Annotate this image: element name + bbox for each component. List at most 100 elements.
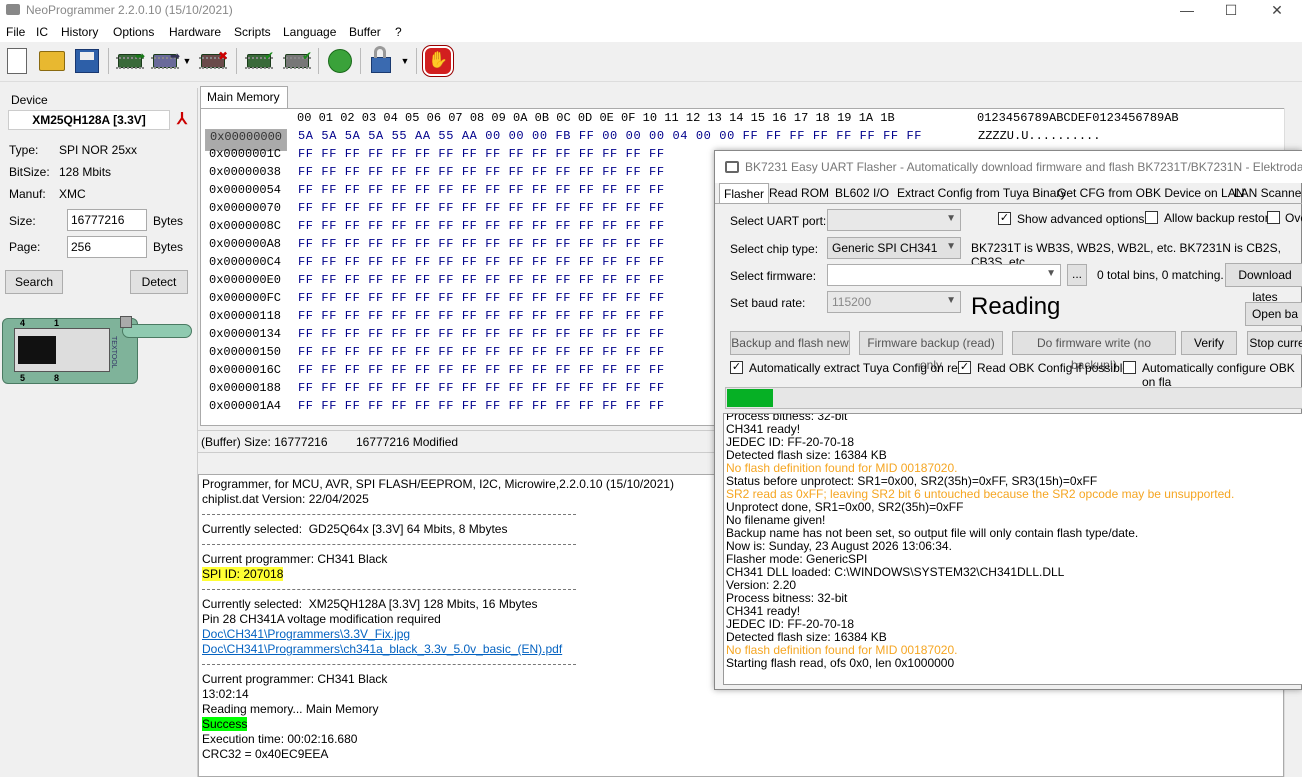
reading-status: Reading xyxy=(971,293,1061,320)
menu-language[interactable]: Language xyxy=(283,25,336,39)
close-button[interactable]: ✕ xyxy=(1254,0,1300,22)
chip-type-select[interactable]: Generic SPI CH341 ▼ xyxy=(827,237,961,259)
menu-history[interactable]: History xyxy=(61,25,98,39)
show-advanced-checkbox[interactable]: ✓ xyxy=(998,212,1011,225)
minimize-button[interactable]: — xyxy=(1164,0,1210,22)
log-line: chiplist.dat Version: 22/04/2025 xyxy=(202,492,369,506)
flasher-app-icon xyxy=(725,161,739,173)
tab-extract-config[interactable]: Extract Config from Tuya Binary xyxy=(893,183,1070,203)
hex-bytes[interactable]: FF FF FF FF FF FF FF FF FF FF FF FF FF F… xyxy=(298,273,665,287)
new-file-icon[interactable] xyxy=(2,46,32,76)
uart-label: Select UART port: xyxy=(730,214,827,228)
extract-tuya-checkbox[interactable]: ✓ xyxy=(730,361,743,374)
hex-bytes[interactable]: FF FF FF FF FF FF FF FF FF FF FF FF FF F… xyxy=(298,165,665,179)
blank-check-icon[interactable]: ✔ xyxy=(282,46,312,76)
menu-ic[interactable]: IC xyxy=(36,25,48,39)
app-icon xyxy=(6,4,20,15)
auto-configure-checkbox[interactable] xyxy=(1123,361,1136,374)
maximize-button[interactable]: ☐ xyxy=(1208,0,1254,22)
stop-current-button[interactable]: Stop curre xyxy=(1247,331,1302,355)
menu-options[interactable]: Options xyxy=(113,25,154,39)
hex-ascii-header: 0123456789ABCDEF0123456789AB xyxy=(977,111,1179,125)
hex-bytes[interactable]: FF FF FF FF FF FF FF FF FF FF FF FF FF F… xyxy=(298,327,665,341)
flasher-log-line: No flash definition found for MID 001870… xyxy=(726,461,958,475)
allow-backup-checkbox[interactable] xyxy=(1145,211,1158,224)
firmware-backup-button[interactable]: Firmware backup (read) only xyxy=(859,331,1003,372)
verify-chip-icon[interactable]: ✔ xyxy=(244,46,274,76)
doc-link[interactable]: Doc\CH341\Programmers\ch341a_black_3.3v_… xyxy=(202,642,562,656)
hex-bytes[interactable]: 5A 5A 5A 5A 55 AA 55 AA 00 00 00 FB FF 0… xyxy=(298,129,922,143)
modified-count: 16777216 Modified xyxy=(356,435,459,449)
hex-bytes[interactable]: FF FF FF FF FF FF FF FF FF FF FF FF FF F… xyxy=(298,291,665,305)
hex-address: 0x000000C4 xyxy=(209,255,282,269)
log-line: Current programmer: CH341 Black xyxy=(202,552,388,566)
flasher-log[interactable]: Process bitness: 32-bit CH341 ready! JEDEC… xyxy=(723,413,1302,685)
menu-help[interactable]: ? xyxy=(395,25,402,39)
page-unit: Bytes xyxy=(153,240,184,254)
hex-address: 0x000000FC xyxy=(209,291,282,305)
browse-button[interactable]: ... xyxy=(1067,264,1087,286)
hex-bytes[interactable]: FF FF FF FF FF FF FF FF FF FF FF FF FF F… xyxy=(298,345,665,359)
log-line: Currently selected: GD25Q64x [3.3V] 64 M… xyxy=(202,522,508,536)
firmware-write-button[interactable]: Do firmware write (no backup!) xyxy=(1012,331,1176,372)
firmware-select[interactable]: ▼ xyxy=(827,264,1061,286)
flasher-log-line: Process bitness: 32-bit xyxy=(726,591,848,605)
hex-address: 0x00000188 xyxy=(209,381,282,395)
detect-button[interactable]: Detect xyxy=(130,270,188,294)
chevron-down-icon[interactable]: ▼ xyxy=(398,46,412,76)
hex-bytes[interactable]: FF FF FF FF FF FF FF FF FF FF FF FF FF F… xyxy=(298,147,665,161)
menu-buffer[interactable]: Buffer xyxy=(349,25,381,39)
overwrite-checkbox[interactable] xyxy=(1267,211,1280,224)
hex-row[interactable]: 0x00000000 5A 5A 5A 5A 55 AA 55 AA 00 00 … xyxy=(201,129,1299,151)
tab-main-memory[interactable]: Main Memory xyxy=(200,86,288,108)
hex-bytes[interactable]: FF FF FF FF FF FF FF FF FF FF FF FF FF F… xyxy=(298,381,665,395)
flasher-log-line: Detected flash size: 16384 KB xyxy=(726,630,887,644)
unlock-icon[interactable] xyxy=(366,46,396,76)
size-field[interactable]: 16777216 xyxy=(67,209,147,231)
tab-read-rom[interactable]: Read ROM xyxy=(765,183,833,203)
flasher-title: BK7231 Easy UART Flasher - Automatically… xyxy=(745,160,1302,174)
menu-file[interactable]: File xyxy=(6,25,25,39)
baud-label: Set baud rate: xyxy=(730,296,806,310)
hex-bytes[interactable]: FF FF FF FF FF FF FF FF FF FF FF FF FF F… xyxy=(298,309,665,323)
flasher-log-line: JEDEC ID: FF-20-70-18 xyxy=(726,617,855,631)
tab-flasher[interactable]: Flasher xyxy=(719,183,770,203)
erase-chip-icon[interactable]: ✖ xyxy=(198,46,228,76)
menu-scripts[interactable]: Scripts xyxy=(234,25,271,39)
flasher-log-line: Starting flash read, ofs 0x0, len 0x1000… xyxy=(726,656,955,670)
read-obk-checkbox[interactable]: ✓ xyxy=(958,361,971,374)
size-label: Size: xyxy=(9,214,36,228)
hex-bytes[interactable]: FF FF FF FF FF FF FF FF FF FF FF FF FF F… xyxy=(298,399,665,413)
log-line: Currently selected: XM25QH128A [3.3V] 12… xyxy=(202,597,538,611)
download-latest-button[interactable]: Download lates xyxy=(1225,263,1302,304)
auto-program-icon[interactable] xyxy=(325,46,355,76)
write-chip-icon[interactable]: ➡ xyxy=(150,46,180,76)
hex-bytes[interactable]: FF FF FF FF FF FF FF FF FF FF FF FF FF F… xyxy=(298,183,665,197)
tab-bl602[interactable]: BL602 I/O xyxy=(831,183,893,203)
pdf-icon[interactable]: ⅄ xyxy=(172,110,192,130)
page-field[interactable]: 256 xyxy=(67,236,147,258)
search-button[interactable]: Search xyxy=(5,270,63,294)
hex-bytes[interactable]: FF FF FF FF FF FF FF FF FF FF FF FF FF F… xyxy=(298,201,665,215)
allow-backup-label: Allow backup restore xyxy=(1164,211,1276,225)
open-backup-button[interactable]: Open ba xyxy=(1245,302,1302,326)
open-folder-icon[interactable] xyxy=(37,46,67,76)
hex-address: 0x00000070 xyxy=(209,201,282,215)
uart-select[interactable]: ▼ xyxy=(827,209,961,231)
chevron-down-icon[interactable]: ▼ xyxy=(180,46,194,76)
tab-get-cfg[interactable]: Get CFG from OBK Device on LAN xyxy=(1053,183,1248,203)
backup-flash-button[interactable]: Backup and flash new xyxy=(730,331,850,355)
save-icon[interactable] xyxy=(72,46,102,76)
hex-bytes[interactable]: FF FF FF FF FF FF FF FF FF FF FF FF FF F… xyxy=(298,255,665,269)
tab-lan-scanner[interactable]: LAN Scanner xyxy=(1230,183,1302,203)
read-chip-icon[interactable]: ➡ xyxy=(115,46,145,76)
stop-icon[interactable]: ✋ xyxy=(422,45,454,77)
hex-bytes[interactable]: FF FF FF FF FF FF FF FF FF FF FF FF FF F… xyxy=(298,237,665,251)
hex-bytes[interactable]: FF FF FF FF FF FF FF FF FF FF FF FF FF F… xyxy=(298,219,665,233)
hex-bytes[interactable]: FF FF FF FF FF FF FF FF FF FF FF FF FF F… xyxy=(298,363,665,377)
flasher-log-line: No flash definition found for MID 001870… xyxy=(726,643,958,657)
baud-select[interactable]: 115200 ▼ xyxy=(827,291,961,313)
doc-link[interactable]: Doc\CH341\Programmers\3.3V_Fix.jpg xyxy=(202,627,410,641)
menu-hardware[interactable]: Hardware xyxy=(169,25,221,39)
verify-button[interactable]: Verify xyxy=(1181,331,1237,355)
